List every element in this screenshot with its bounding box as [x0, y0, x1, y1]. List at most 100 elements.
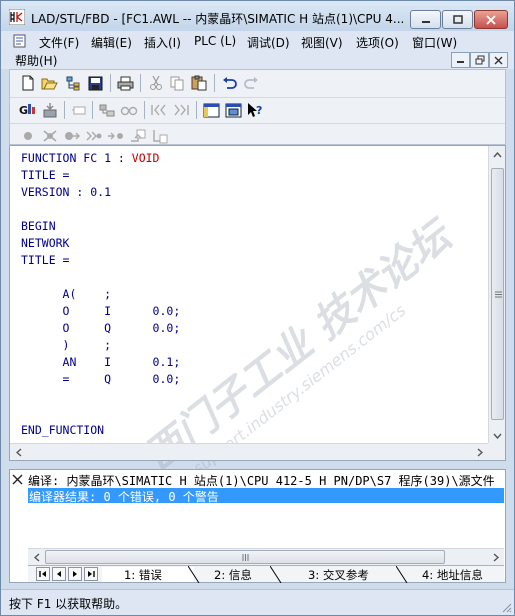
scroll-up-button[interactable]: [489, 146, 506, 163]
close-icon[interactable]: [12, 474, 23, 485]
last-nav-icon[interactable]: [172, 101, 190, 119]
code-line[interactable]: ​: [21, 405, 180, 422]
tab-next-button[interactable]: [68, 567, 82, 581]
redo-icon[interactable]: [242, 74, 260, 92]
chevron-down-icon: [493, 433, 502, 439]
call-icon[interactable]: [151, 127, 169, 145]
mdi-restore-button[interactable]: [470, 52, 489, 68]
menu-plc[interactable]: PLC (L): [194, 34, 236, 48]
save-icon[interactable]: [86, 74, 104, 92]
menu-insert[interactable]: 插入(I): [144, 34, 181, 51]
scroll-thumb[interactable]: [45, 550, 445, 564]
chevron-up-icon: [493, 151, 502, 157]
code-text[interactable]: FUNCTION FC 1 : VOID TITLE = VERSION : 0.1…: [21, 150, 180, 439]
context-help-icon[interactable]: ?: [247, 101, 265, 119]
code-line[interactable]: TITLE =: [21, 252, 180, 269]
code-line[interactable]: O I 0.0;: [21, 303, 181, 320]
close-icon: [494, 56, 503, 64]
tree-icon[interactable]: [64, 74, 82, 92]
tab-divider-icon: [188, 566, 200, 583]
scroll-thumb[interactable]: [491, 168, 504, 420]
menu-file[interactable]: 文件(F): [39, 34, 79, 51]
stl-editor[interactable]: FUNCTION FC 1 : VOID TITLE = VERSION : 0.1…: [9, 145, 506, 480]
menu-doc-icon[interactable]: [13, 34, 27, 51]
minimize-icon: [421, 20, 430, 23]
code-line[interactable]: AN I 0.1;: [21, 354, 181, 371]
code-line[interactable]: END_FUNCTION: [21, 422, 180, 439]
code-line[interactable]: NETWORK: [21, 235, 180, 252]
open-icon[interactable]: [40, 74, 58, 92]
code-line[interactable]: BEGIN: [21, 218, 180, 235]
compile-result-line[interactable]: 编译器结果: 0 个错误, 0 个警告: [28, 488, 504, 504]
scroll-down-button[interactable]: [489, 427, 506, 444]
code-keyword: VOID: [131, 151, 160, 165]
toolbar-row-debug: [10, 123, 505, 147]
editor-vertical-scrollbar[interactable]: [488, 146, 505, 444]
code-line-text: END_FUNCTION: [21, 423, 105, 437]
compile-path-line[interactable]: 编译: 内蒙晶环\SIMATIC H 站点(1)\CPU 412-5 H PN/…: [28, 472, 504, 489]
cut-icon[interactable]: [147, 74, 165, 92]
copy-icon[interactable]: [168, 74, 186, 92]
maximize-button[interactable]: [442, 10, 473, 29]
app-icon: [9, 9, 25, 25]
code-line-text: A( ;: [21, 287, 112, 301]
mdi-minimize-button[interactable]: [451, 52, 470, 68]
overview-icon[interactable]: [202, 101, 220, 119]
resize-grip-icon[interactable]: [500, 601, 512, 613]
first-nav-icon[interactable]: [150, 101, 168, 119]
menu-window[interactable]: 窗口(W): [412, 34, 457, 51]
code-line[interactable]: TITLE =: [21, 167, 180, 184]
code-line[interactable]: ​: [21, 269, 180, 286]
menu-help[interactable]: 帮助(H): [15, 52, 57, 69]
close-button[interactable]: [474, 10, 508, 29]
tab-errors[interactable]: 1: 错误: [102, 567, 194, 582]
jump-icon[interactable]: [129, 127, 147, 145]
tab-address-info[interactable]: 4: 地址信息: [412, 567, 504, 582]
print-icon[interactable]: [116, 74, 134, 92]
new-icon[interactable]: [19, 74, 37, 92]
paste-icon[interactable]: [190, 74, 208, 92]
tab-prev-button[interactable]: [52, 567, 66, 581]
mdi-close-button[interactable]: [489, 52, 508, 68]
code-line[interactable]: ) ;: [21, 337, 180, 354]
contact-icon[interactable]: [19, 127, 37, 145]
code-line[interactable]: VERSION : 0.1: [21, 184, 180, 201]
code-line[interactable]: ​: [21, 388, 180, 405]
tab-divider-icon: [396, 566, 408, 583]
scroll-left-button[interactable]: [10, 444, 27, 461]
code-line[interactable]: FUNCTION FC 1 : VOID: [21, 150, 180, 167]
code-line[interactable]: ​: [21, 201, 180, 218]
scroll-right-button[interactable]: [471, 444, 488, 461]
download-icon[interactable]: [41, 101, 59, 119]
tab-last-button[interactable]: [84, 567, 98, 581]
glasses-icon[interactable]: [120, 101, 138, 119]
tab-first-button[interactable]: [36, 567, 50, 581]
undo-icon[interactable]: [220, 74, 238, 92]
code-line-text: O Q 0.0;: [21, 321, 181, 335]
run-icon[interactable]: [85, 127, 103, 145]
breakpoint-icon[interactable]: [41, 127, 59, 145]
step-icon[interactable]: [107, 127, 125, 145]
document-icon: [13, 34, 26, 48]
menu-options[interactable]: 选项(O): [356, 34, 399, 51]
catalog-icon[interactable]: [224, 101, 242, 119]
window-title: LAD/STL/FBD - [FC1.AWL -- 内蒙晶环\SIMATIC H…: [31, 12, 405, 26]
online-icon[interactable]: G: [19, 101, 37, 119]
insert-network-icon[interactable]: [70, 101, 88, 119]
code-line[interactable]: A( ;: [21, 286, 180, 303]
minimize-button[interactable]: [410, 10, 441, 29]
scroll-left-button[interactable]: [28, 549, 45, 566]
editor-horizontal-scrollbar[interactable]: [10, 443, 488, 460]
tab-cross-reference[interactable]: 3: 交叉参考: [290, 567, 400, 582]
code-line[interactable]: O Q 0.0;: [21, 320, 181, 337]
close-icon: [486, 14, 496, 25]
compare-icon[interactable]: [98, 101, 116, 119]
monitor-icon[interactable]: [63, 127, 81, 145]
output-horizontal-scrollbar[interactable]: [28, 548, 504, 565]
code-line-text: AN I 0.1;: [21, 355, 181, 369]
scroll-right-button[interactable]: [487, 549, 504, 566]
menu-edit[interactable]: 编辑(E): [91, 34, 132, 51]
menu-view[interactable]: 视图(V): [301, 34, 343, 51]
code-line[interactable]: = Q 0.0;: [21, 371, 181, 388]
menu-debug[interactable]: 调试(D): [247, 34, 290, 51]
